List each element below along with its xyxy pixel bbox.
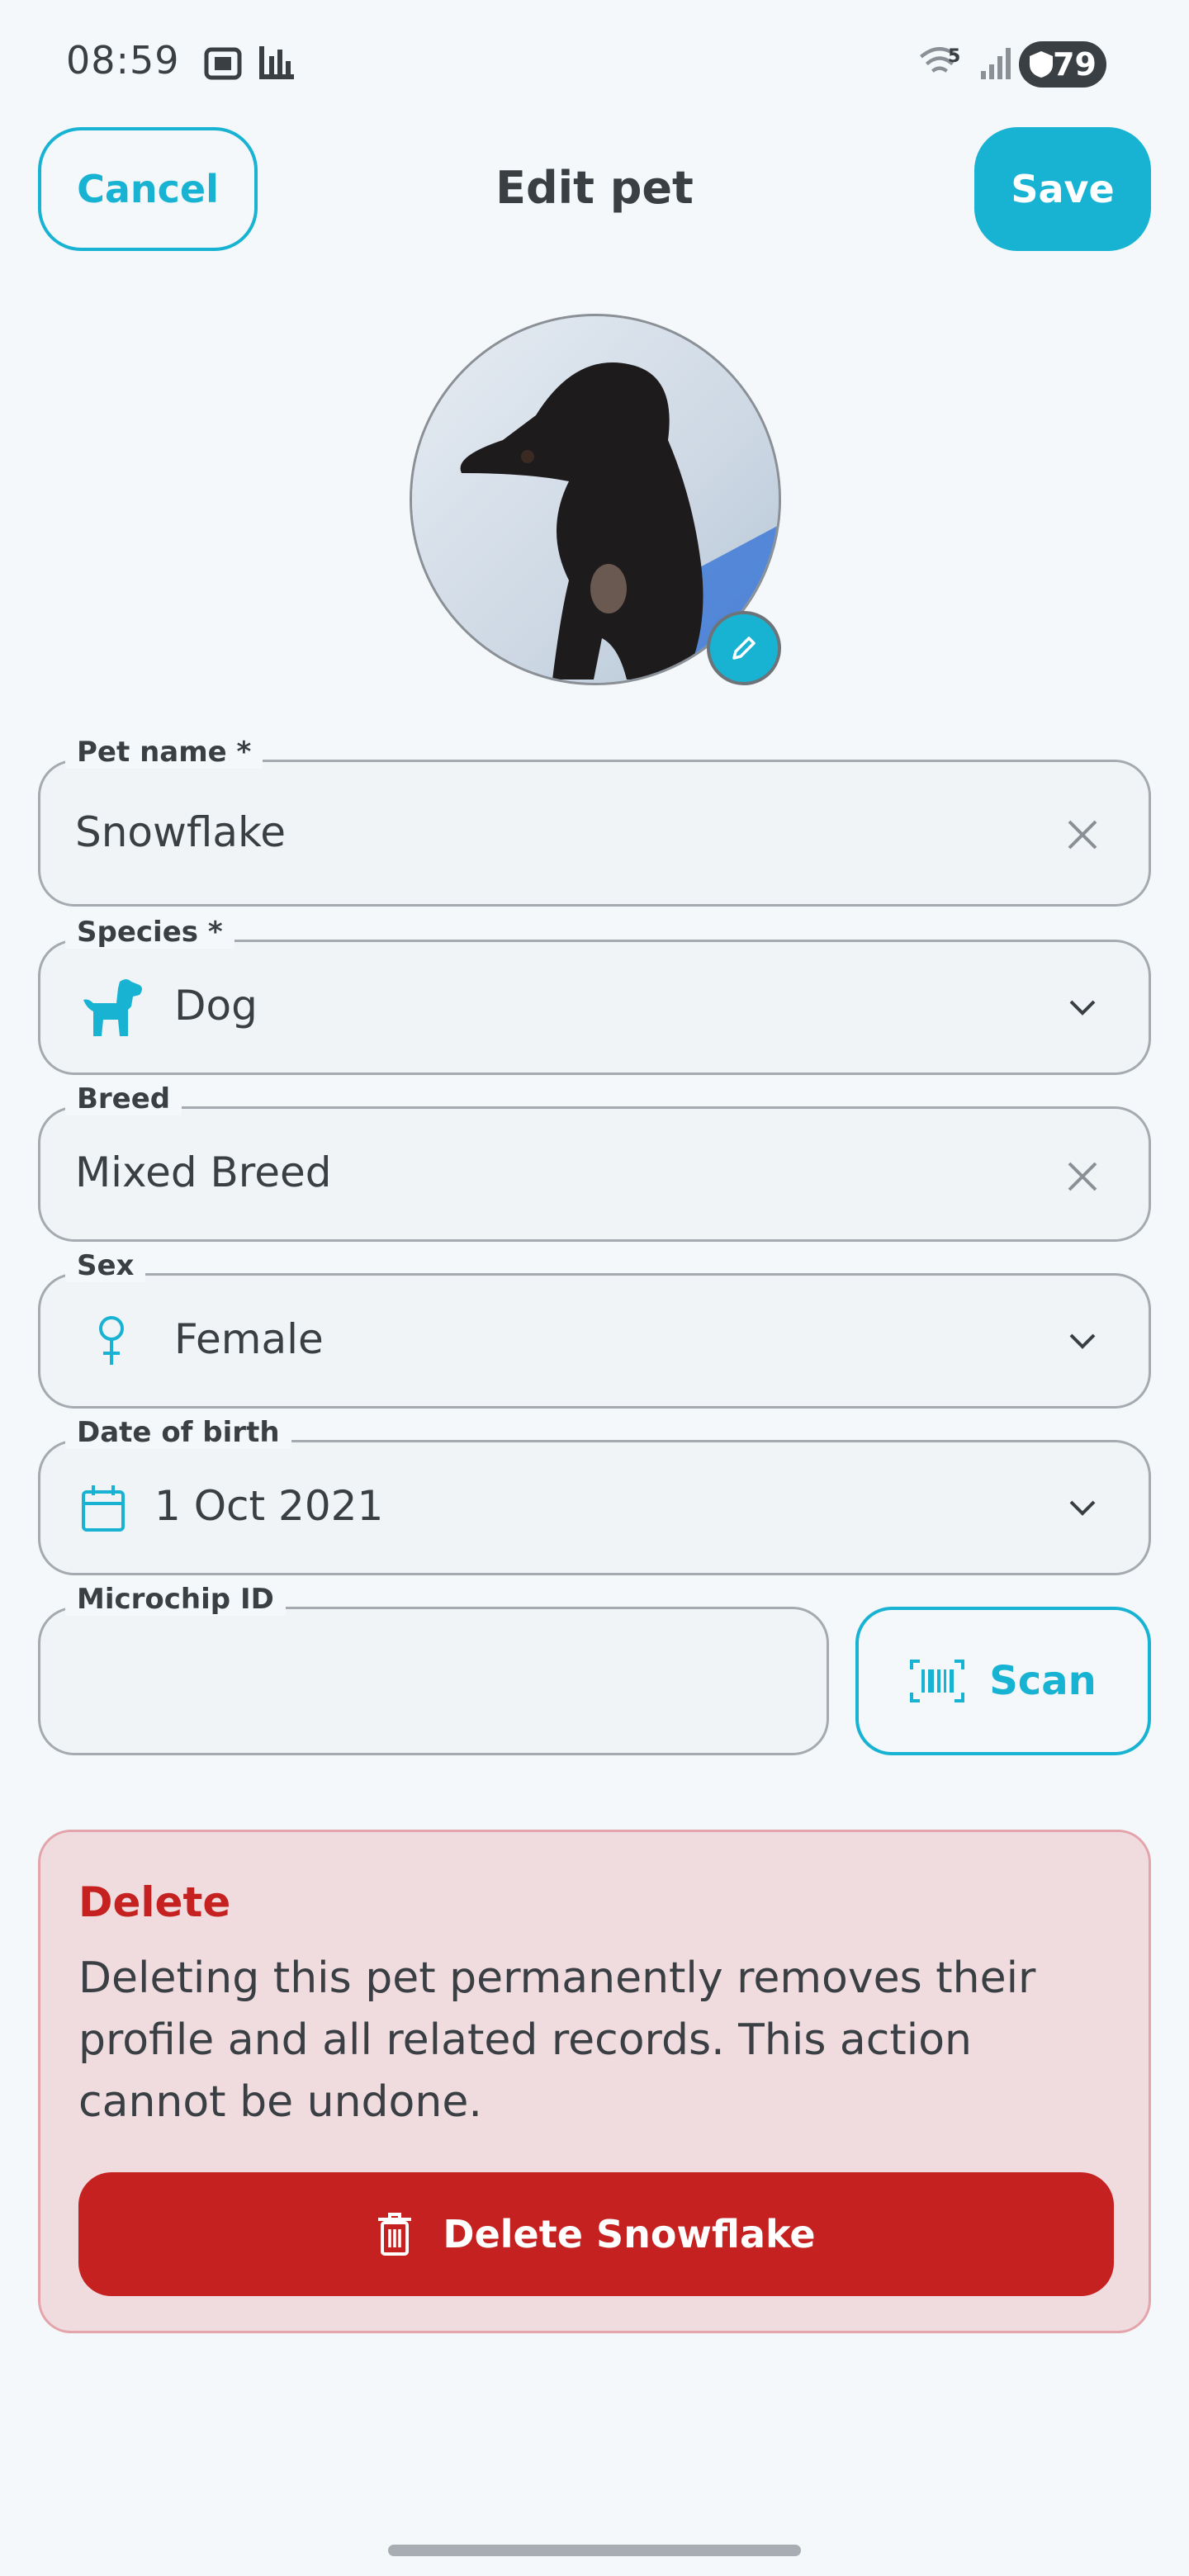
clear-icon[interactable] — [1064, 1158, 1101, 1195]
chevron-down-icon — [1069, 1333, 1096, 1349]
species-value: Dog — [174, 982, 258, 1030]
pet-name-value: Snowflake — [75, 808, 286, 856]
delete-pet-button[interactable]: Delete Snowflake — [78, 2172, 1114, 2296]
calendar-icon — [82, 1485, 125, 1532]
sex-value: Female — [174, 1315, 324, 1363]
species-label: Species * — [65, 916, 234, 949]
female-icon — [99, 1316, 124, 1365]
shield-icon — [1030, 51, 1053, 78]
wifi-badge: 5 — [948, 46, 961, 67]
battery-level: 79 — [1053, 46, 1097, 83]
breed-field[interactable]: Breed Mixed Breed — [38, 1082, 1151, 1242]
breed-value: Mixed Breed — [75, 1148, 332, 1196]
home-indicator[interactable] — [388, 2545, 801, 2556]
scan-button[interactable]: Scan — [855, 1607, 1151, 1755]
delete-description: Deleting this pet permanently removes th… — [78, 1953, 1036, 2127]
barcode-icon — [910, 1660, 965, 1702]
sex-select[interactable]: Sex Female — [38, 1249, 1151, 1409]
date-of-birth-value: 1 Oct 2021 — [154, 1482, 384, 1530]
delete-pet-label: Delete Snowflake — [443, 2212, 816, 2256]
pencil-icon — [732, 637, 756, 660]
breed-label: Breed — [65, 1082, 182, 1115]
chevron-down-icon — [1069, 1000, 1096, 1016]
delete-section: Delete Deleting this pet permanently rem… — [38, 1830, 1151, 2333]
trash-icon — [378, 2213, 412, 2256]
microchip-id-label: Microchip ID — [65, 1583, 286, 1616]
sex-label: Sex — [65, 1249, 146, 1282]
microchip-id-field[interactable]: Microchip ID — [38, 1583, 829, 1755]
delete-title: Delete — [78, 1878, 231, 1926]
pet-name-field[interactable]: Pet name * Snowflake — [38, 736, 1151, 907]
status-time: 08:59 — [66, 38, 180, 83]
pet-name-label: Pet name * — [65, 736, 263, 769]
chevron-down-icon — [1069, 1500, 1096, 1516]
save-button[interactable]: Save — [974, 127, 1151, 251]
species-select[interactable]: Species * Dog — [38, 916, 1151, 1075]
edit-photo-button[interactable] — [707, 611, 781, 685]
screenshot-icon — [204, 47, 242, 80]
date-of-birth-select[interactable]: Date of birth 1 Oct 2021 — [38, 1416, 1151, 1575]
clear-icon[interactable] — [1064, 817, 1101, 853]
battery-indicator: 79 — [1019, 41, 1106, 88]
scan-label: Scan — [989, 1658, 1097, 1704]
dog-icon — [83, 979, 142, 1036]
chart-icon — [259, 46, 294, 79]
signal-icon — [981, 48, 1011, 79]
date-of-birth-label: Date of birth — [65, 1416, 291, 1449]
